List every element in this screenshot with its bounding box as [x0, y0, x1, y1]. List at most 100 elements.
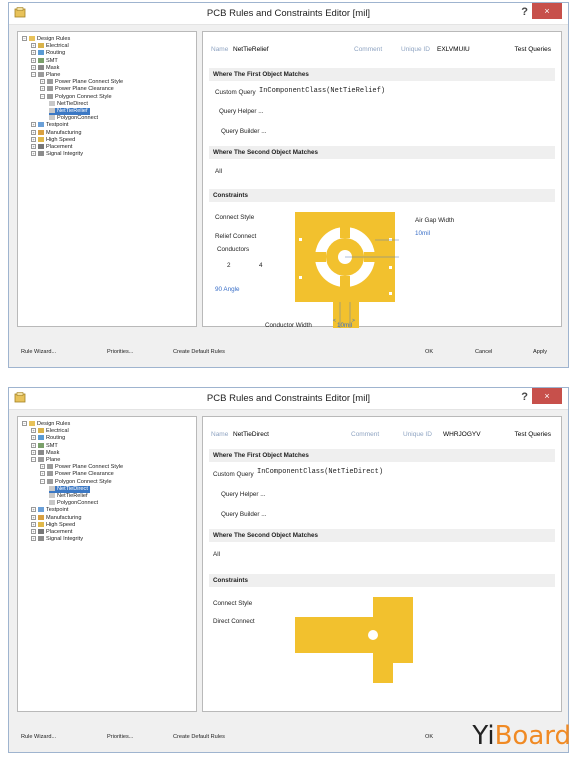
tree-item-smt[interactable]: + SMT [31, 443, 58, 450]
expand-icon[interactable]: + [31, 442, 36, 448]
expand-icon[interactable]: + [40, 471, 45, 477]
name-field[interactable]: NetTieDirect [233, 431, 269, 438]
create-default-rules-button[interactable]: Create Default Rules [173, 734, 225, 740]
connect-style-select[interactable]: Direct Connect [213, 618, 255, 625]
create-default-rules-button[interactable]: Create Default Rules [173, 349, 225, 355]
tree-item-mask[interactable]: + Mask [31, 65, 59, 72]
conductors-2-radio[interactable]: 2 [227, 262, 231, 269]
query-helper-button[interactable]: Query Helper ... [221, 491, 265, 498]
tree-item-electrical[interactable]: + Electrical [31, 43, 69, 50]
help-button[interactable]: ? [521, 6, 528, 18]
expand-icon[interactable]: + [31, 507, 36, 513]
expand-icon[interactable]: + [31, 151, 36, 157]
expand-icon[interactable]: + [31, 129, 36, 135]
apply-button[interactable]: Apply [533, 349, 547, 355]
tree-item-power-plane-connect-style[interactable]: + Power Plane Connect Style [40, 79, 123, 86]
expand-icon[interactable]: + [40, 86, 45, 92]
conductor-width-value[interactable]: 10mil [337, 322, 352, 329]
collapse-icon[interactable]: − [31, 457, 36, 463]
cancel-button[interactable]: Cancel [475, 349, 492, 355]
tree-item-testpoint[interactable]: + Testpoint [31, 122, 68, 129]
expand-icon[interactable]: + [31, 428, 36, 434]
tree-item-power-plane-connect-style[interactable]: + Power Plane Connect Style [40, 464, 123, 471]
tree-item-manufacturing[interactable]: + Manufacturing [31, 515, 81, 522]
query-helper-button[interactable]: Query Helper ... [219, 108, 263, 115]
tree-item-high-speed[interactable]: + High Speed [31, 137, 75, 144]
tree-item-power-plane-clearance[interactable]: + Power Plane Clearance [40, 86, 114, 93]
air-gap-value[interactable]: 10mil [415, 230, 430, 237]
query-builder-button[interactable]: Query Builder ... [221, 511, 267, 518]
tree-item-polygon-connect-style[interactable]: − Polygon Connect Style [40, 94, 112, 101]
tree-item-signal-integrity[interactable]: + Signal Integrity [31, 151, 83, 158]
expand-icon[interactable]: + [31, 144, 36, 150]
help-button[interactable]: ? [521, 391, 528, 403]
tree-item-nettierelief[interactable]: NetTieRelief [49, 108, 90, 115]
expand-icon[interactable]: + [31, 435, 36, 441]
rule-wizard-button[interactable]: Rule Wizard... [21, 349, 56, 355]
tree-item-design-rules[interactable]: − Design Rules [22, 36, 70, 43]
tree-item-polygonconnect[interactable]: PolygonConnect [49, 115, 98, 122]
expand-icon[interactable]: + [31, 57, 36, 63]
tree-item-testpoint[interactable]: + Testpoint [31, 507, 68, 514]
expand-icon[interactable]: + [31, 529, 36, 535]
tree-item-placement[interactable]: + Placement [31, 144, 72, 151]
second-match-value[interactable]: All [213, 551, 220, 558]
unique-id-field[interactable]: EXLVMUIU [437, 46, 470, 53]
second-match-value[interactable]: All [215, 168, 222, 175]
expand-icon[interactable]: + [31, 136, 36, 142]
tree-item-nettierelief[interactable]: NetTieRelief [49, 493, 88, 500]
expand-icon[interactable]: + [31, 50, 36, 56]
close-button[interactable]: × [532, 3, 562, 19]
custom-query-radio[interactable]: Custom Query [215, 89, 256, 96]
tree-item-mask[interactable]: + Mask [31, 450, 59, 457]
tree-item-polygonconnect[interactable]: PolygonConnect [49, 500, 98, 507]
query-text[interactable]: InComponentClass(NetTieRelief) [259, 87, 385, 95]
ok-button[interactable]: OK [425, 734, 433, 740]
expand-icon[interactable]: + [31, 43, 36, 49]
custom-query-radio[interactable]: Custom Query [213, 471, 254, 478]
conductors-4-radio[interactable]: 4 [259, 262, 263, 269]
close-button[interactable]: × [532, 388, 562, 404]
ok-button[interactable]: OK [425, 349, 433, 355]
tree-item-placement[interactable]: + Placement [31, 529, 72, 536]
test-queries-button[interactable]: Test Queries [515, 431, 552, 438]
priorities-button[interactable]: Priorities... [107, 349, 133, 355]
tree-item-polygon-connect-style[interactable]: − Polygon Connect Style [40, 479, 112, 486]
connect-style-select[interactable]: Relief Connect [215, 233, 256, 240]
tree-item-smt[interactable]: + SMT [31, 58, 58, 65]
query-text[interactable]: InComponentClass(NetTieDirect) [257, 468, 383, 476]
rule-wizard-button[interactable]: Rule Wizard... [21, 734, 56, 740]
expand-icon[interactable]: + [31, 64, 36, 70]
collapse-icon[interactable]: − [22, 421, 27, 427]
expand-icon[interactable]: + [31, 521, 36, 527]
expand-icon[interactable]: + [31, 514, 36, 520]
tree-item-nettiedirect[interactable]: NetTieDirect [49, 101, 88, 108]
tree-item-electrical[interactable]: + Electrical [31, 428, 69, 435]
collapse-icon[interactable]: − [31, 72, 36, 78]
tree-item-design-rules[interactable]: − Design Rules [22, 421, 70, 428]
angle-select[interactable]: 90 Angle [215, 286, 240, 293]
tree-item-nettiedirect[interactable]: NetTieDirect [49, 485, 90, 493]
rules-tree[interactable]: − Design Rules + Electrical + Routing + SMT + Mas… [17, 31, 197, 327]
tree-item-routing[interactable]: + Routing [31, 50, 65, 57]
expand-icon[interactable]: + [40, 79, 45, 85]
test-queries-button[interactable]: Test Queries [515, 46, 552, 53]
tree-item-high-speed[interactable]: + High Speed [31, 522, 75, 529]
tree-item-routing[interactable]: + Routing [31, 435, 65, 442]
tree-item-power-plane-clearance[interactable]: + Power Plane Clearance [40, 471, 114, 478]
unique-id-field[interactable]: WHRJOGYV [443, 431, 481, 438]
collapse-icon[interactable]: − [22, 36, 27, 42]
priorities-button[interactable]: Priorities... [107, 734, 133, 740]
tree-item-signal-integrity[interactable]: + Signal Integrity [31, 536, 83, 543]
expand-icon[interactable]: + [31, 449, 36, 455]
tree-item-plane[interactable]: − Plane [31, 72, 60, 79]
expand-icon[interactable]: + [31, 122, 36, 128]
tree-item-plane[interactable]: − Plane [31, 457, 60, 464]
collapse-icon[interactable]: − [40, 93, 45, 99]
expand-icon[interactable]: + [31, 536, 36, 542]
expand-icon[interactable]: + [40, 464, 45, 470]
tree-item-manufacturing[interactable]: + Manufacturing [31, 130, 81, 137]
rules-tree[interactable]: − Design Rules + Electrical + Routing + SMT + Mas… [17, 416, 197, 712]
collapse-icon[interactable]: − [40, 478, 45, 484]
name-field[interactable]: NetTieRelief [233, 46, 269, 53]
